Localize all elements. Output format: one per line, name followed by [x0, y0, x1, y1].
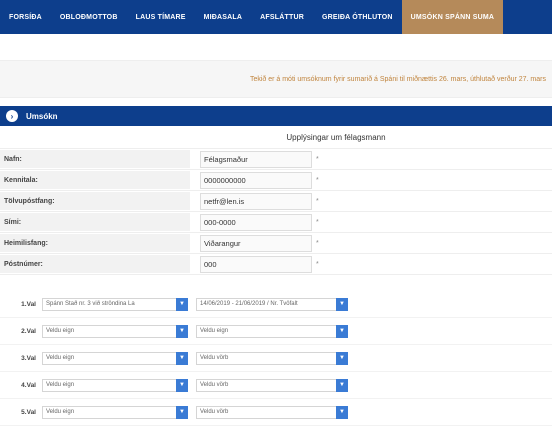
chevron-down-icon[interactable]: ▼ — [336, 297, 348, 311]
form-label: Tölvupóstfang: — [0, 192, 190, 210]
form-label: Póstnúmer: — [0, 255, 190, 273]
divider — [0, 274, 552, 291]
choice-row-3: 3.Val Veldu eign ▼ Veldu vörb ▼ — [0, 345, 552, 372]
choice-label: 2.Val — [21, 327, 36, 335]
nav-item-midasala[interactable]: MIÐASALA — [195, 0, 252, 34]
choice-row-4: 4.Val Veldu eign ▼ Veldu vörb ▼ — [0, 372, 552, 399]
dates-select[interactable]: Veldu eign ▼ — [196, 324, 348, 338]
nav-item-afslattur[interactable]: AFSLÁTTUR — [251, 0, 313, 34]
required-marker: * — [316, 155, 319, 163]
choice-label: 1.Val — [21, 300, 36, 308]
nav-item-laus-timabil[interactable]: LAUS TÍMARE — [127, 0, 195, 34]
chevron-down-icon[interactable]: ▼ — [176, 378, 188, 392]
top-navigation: FORSÍÐA OBLOÐMOTTOB LAUS TÍMARE MIÐASALA… — [0, 0, 552, 34]
required-marker: * — [316, 239, 319, 247]
chevron-down-icon[interactable]: ▼ — [336, 324, 348, 338]
form-row-nafn: Nafn: Félagsmaður * — [0, 148, 552, 169]
form-row-email: Tölvupóstfang: netfr@len.is * — [0, 190, 552, 211]
chevron-down-icon[interactable]: ▼ — [176, 405, 188, 419]
select-value: Veldu eign — [46, 355, 75, 361]
dates-select[interactable]: Veldu vörb ▼ — [196, 351, 348, 365]
location-select[interactable]: Veldu eign ▼ — [42, 405, 188, 419]
notice-banner: Tekið er á móti umsóknum fyrir sumarið á… — [0, 60, 552, 98]
choice-label: 3.Val — [21, 354, 36, 362]
choice-row-2: 2.Val Veldu eign ▼ Veldu eign ▼ — [0, 318, 552, 345]
select-value: Spánn Stað nr. 3 við ströndina La — [46, 301, 135, 307]
nav-item-greida[interactable]: GREIÐA ÓTHLUTON — [313, 0, 402, 34]
required-marker: * — [316, 260, 319, 268]
location-select[interactable]: Veldu eign ▼ — [42, 378, 188, 392]
form-row-heimilisfang: Heimilisfang: Viðarangur * — [0, 232, 552, 253]
choice-row-5: 5.Val Veldu eign ▼ Veldu vörb ▼ — [0, 399, 552, 426]
required-marker: * — [316, 197, 319, 205]
address-field[interactable]: Viðarangur — [200, 234, 312, 252]
form-label: Nafn: — [0, 150, 190, 168]
select-value: Veldu eign — [46, 328, 75, 334]
form-label: Heimilisfang: — [0, 234, 190, 252]
required-marker: * — [316, 176, 319, 184]
required-marker: * — [316, 218, 319, 226]
phone-field[interactable]: 000-0000 — [200, 213, 312, 231]
notice-text: Tekið er á móti umsóknum fyrir sumarið á… — [249, 75, 546, 83]
location-select[interactable]: Veldu eign ▼ — [42, 324, 188, 338]
member-info-heading: Upplýsingar um félagsmann — [0, 126, 552, 148]
dates-select[interactable]: Veldu vörb ▼ — [196, 378, 348, 392]
member-info-title: Upplýsingar um félagsmann — [286, 132, 386, 142]
dates-select[interactable]: Veldu vörb ▼ — [196, 405, 348, 419]
choice-label: 4.Val — [21, 381, 36, 389]
section-title: Umsókn — [26, 111, 58, 121]
nav-item-umsokn-spann[interactable]: UMSÓKN SPÁNN SUMA — [401, 0, 504, 34]
form-label: Kennitala: — [0, 171, 190, 189]
select-value: Veldu eign — [46, 382, 75, 388]
select-value: Veldu vörb — [200, 355, 229, 361]
form-row-kennitala: Kennitala: 0000000000 * — [0, 169, 552, 190]
chevron-down-icon[interactable]: ▼ — [336, 378, 348, 392]
postcode-field[interactable]: 000 — [200, 255, 312, 273]
form-row-simi: Sími: 000-0000 * — [0, 211, 552, 232]
chevron-down-icon[interactable]: ▼ — [176, 351, 188, 365]
chevron-down-icon[interactable]: ▼ — [176, 324, 188, 338]
email-field[interactable]: netfr@len.is — [200, 192, 312, 210]
circle-arrow-icon: › — [6, 110, 18, 122]
select-value: Veldu eign — [200, 328, 229, 334]
nav-item-forsida[interactable]: FORSÍÐA — [0, 0, 51, 34]
nav-item-2[interactable]: OBLOÐMOTTOB — [51, 0, 127, 34]
kennitala-field[interactable]: 0000000000 — [200, 171, 312, 189]
section-header: › Umsókn — [0, 106, 552, 126]
form-label: Sími: — [0, 213, 190, 231]
name-field[interactable]: Félagsmaður — [200, 150, 312, 168]
chevron-down-icon[interactable]: ▼ — [176, 297, 188, 311]
chevron-down-icon[interactable]: ▼ — [336, 405, 348, 419]
dates-select[interactable]: 14/06/2019 - 21/06/2019 / Nr. Tvöfalt ▼ — [196, 297, 348, 311]
location-select[interactable]: Spánn Stað nr. 3 við ströndina La ▼ — [42, 297, 188, 311]
form-row-postnumer: Póstnúmer: 000 * — [0, 253, 552, 274]
choice-row-1: 1.Val Spánn Stað nr. 3 við ströndina La … — [0, 291, 552, 318]
select-value: 14/06/2019 - 21/06/2019 / Nr. Tvöfalt — [200, 301, 298, 307]
location-select[interactable]: Veldu eign ▼ — [42, 351, 188, 365]
chevron-down-icon[interactable]: ▼ — [336, 351, 348, 365]
select-value: Veldu vörb — [200, 382, 229, 388]
